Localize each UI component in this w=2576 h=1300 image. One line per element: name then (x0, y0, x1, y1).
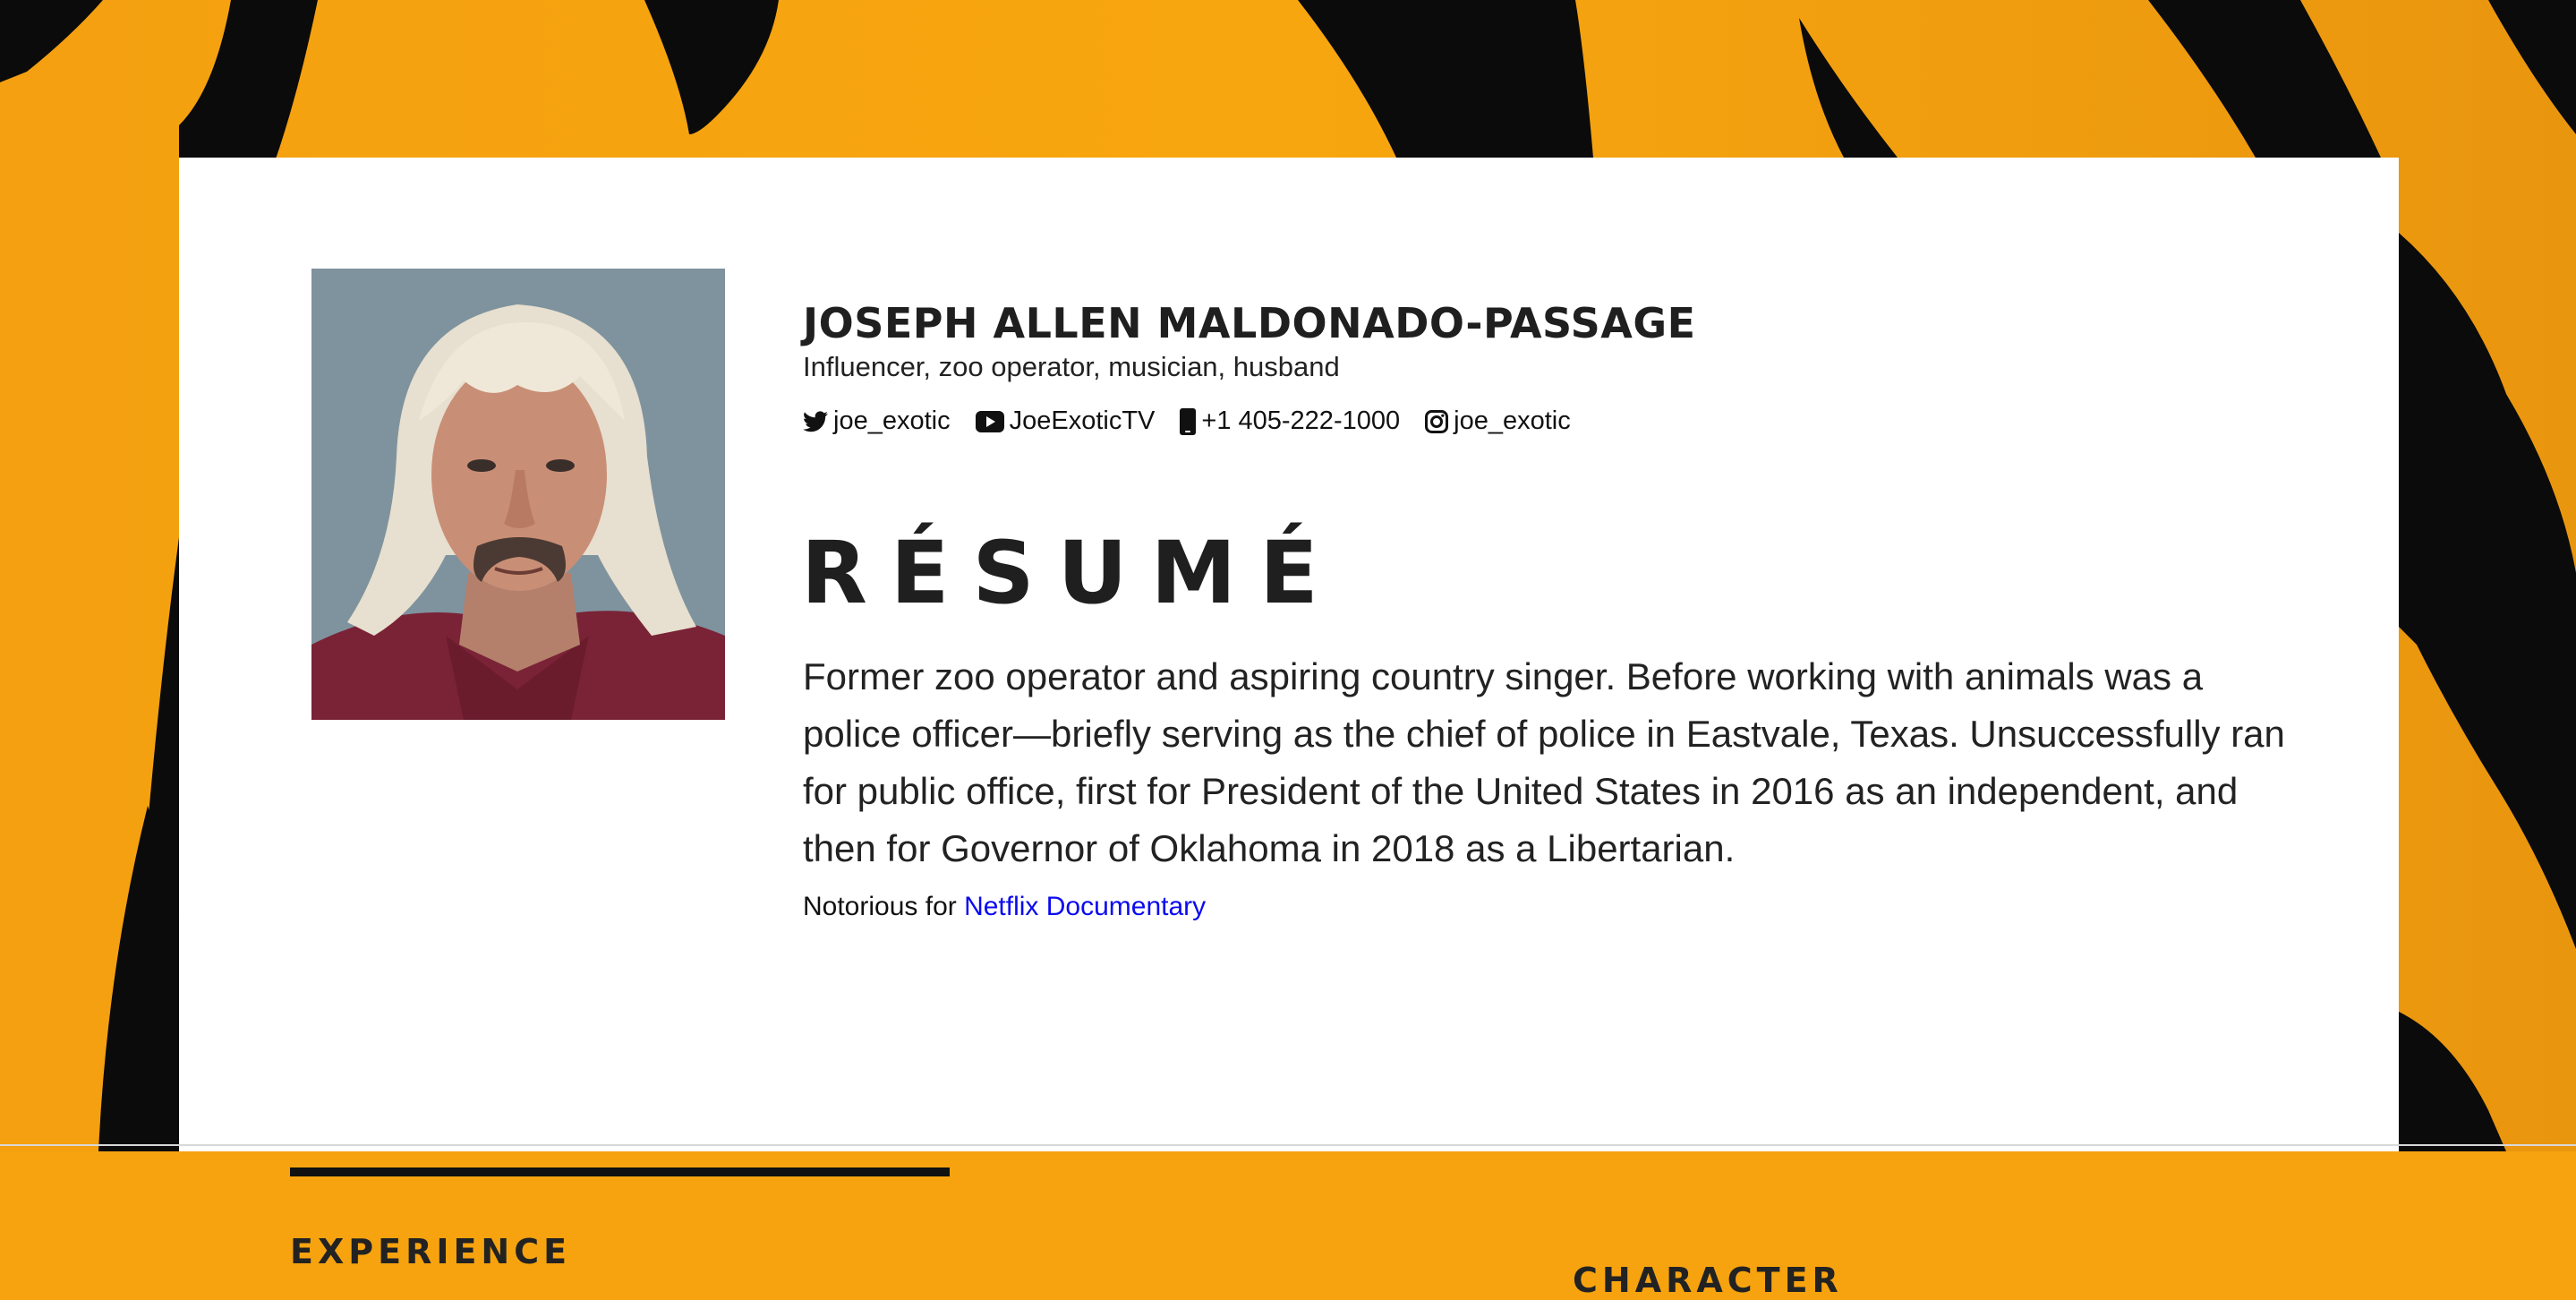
instagram-icon (1425, 409, 1449, 433)
notorious-prefix: Notorious for (803, 892, 965, 921)
resume-card: JOSEPH ALLEN MALDONADO-PASSAGE Influence… (179, 158, 2399, 1300)
netflix-documentary-link[interactable]: Netflix Documentary (964, 892, 1206, 921)
phone-label: +1 405-222-1000 (1201, 406, 1401, 435)
youtube-label: JoeExoticTV (1009, 406, 1156, 435)
phone-link[interactable]: +1 405-222-1000 (1180, 406, 1400, 436)
experience-heading: EXPERIENCE (290, 1232, 572, 1271)
twitter-icon (803, 410, 828, 432)
instagram-label: joe_exotic (1454, 406, 1571, 435)
section-divider (290, 1167, 950, 1176)
twitter-label: joe_exotic (833, 406, 951, 435)
portrait-photo (311, 269, 725, 720)
youtube-icon (975, 410, 1004, 432)
portrait-photo-icon (311, 269, 725, 720)
instagram-link[interactable]: joe_exotic (1425, 406, 1571, 436)
notorious-line: Notorious for Netflix Documentary (803, 892, 1206, 922)
resume-summary: Former zoo operator and aspiring country… (803, 655, 2285, 869)
twitter-link[interactable]: joe_exotic (803, 406, 951, 436)
person-name: JOSEPH ALLEN MALDONADO-PASSAGE (803, 299, 1696, 347)
youtube-link[interactable]: JoeExoticTV (975, 406, 1156, 436)
resume-title: RÉSUMÉ (801, 523, 1342, 623)
viewport-bottom-border (0, 1144, 2576, 1146)
phone-icon (1180, 407, 1197, 435)
character-heading: CHARACTER (1573, 1261, 1843, 1300)
social-links: joe_exotic JoeExoticTV +1 405-222-1000 j… (803, 406, 1596, 436)
person-tagline: Influencer, zoo operator, musician, husb… (803, 351, 1340, 382)
